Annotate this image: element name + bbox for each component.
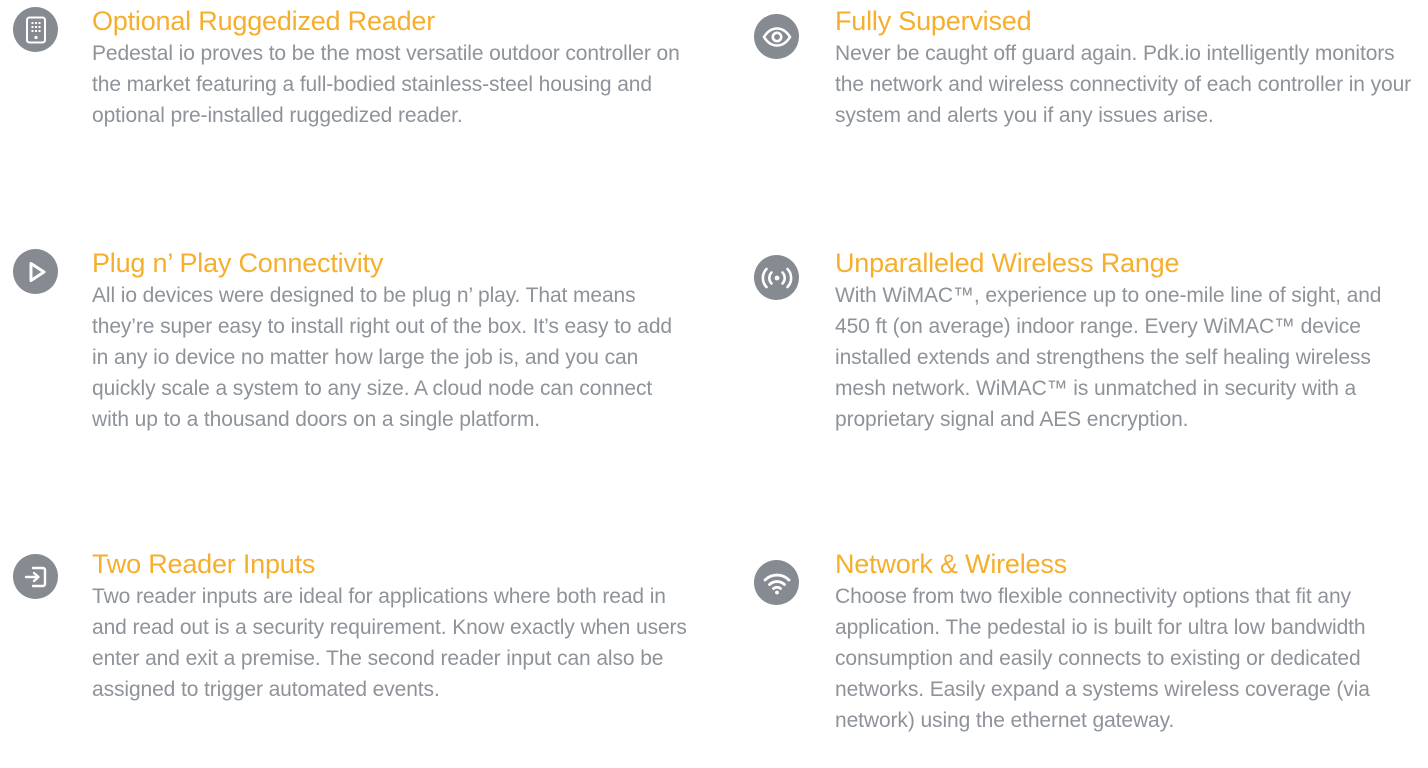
- feature-network-and-wireless: Network & Wireless Choose from two flexi…: [835, 549, 1420, 736]
- feature-optional-ruggedized-reader: Optional Ruggedized Reader Pedestal io p…: [92, 6, 692, 131]
- feature-title: Unparalleled Wireless Range: [835, 248, 1180, 278]
- feature-description: All io devices were designed to be plug …: [92, 284, 672, 431]
- feature-title: Fully Supervised: [835, 6, 1032, 36]
- eye-icon: [754, 14, 799, 59]
- sign-in-icon: [13, 554, 58, 599]
- play-icon: [13, 249, 58, 294]
- feature-description: Choose from two flexible connectivity op…: [835, 585, 1370, 732]
- feature-plug-n-play-connectivity: Plug n’ Play Connectivity All io devices…: [92, 248, 692, 435]
- feature-fully-supervised: Fully Supervised Never be caught off gua…: [835, 6, 1420, 131]
- feature-title: Plug n’ Play Connectivity: [92, 248, 384, 278]
- feature-description: Two reader inputs are ideal for applicat…: [92, 585, 687, 701]
- feature-two-reader-inputs: Two Reader Inputs Two reader inputs are …: [92, 549, 692, 705]
- feature-description: Pedestal io proves to be the most versat…: [92, 42, 680, 127]
- wifi-icon: [754, 560, 799, 605]
- feature-description: Never be caught off guard again. Pdk.io …: [835, 42, 1412, 127]
- feature-unparalleled-wireless-range: Unparalleled Wireless Range With WiMAC™,…: [835, 248, 1420, 435]
- feature-title: Optional Ruggedized Reader: [92, 6, 436, 36]
- keypad-reader-icon: [13, 7, 58, 52]
- feature-title: Two Reader Inputs: [92, 549, 316, 579]
- feature-title: Network & Wireless: [835, 549, 1067, 579]
- feature-description: With WiMAC™, experience up to one-mile l…: [835, 284, 1382, 431]
- broadcast-icon: [754, 255, 799, 300]
